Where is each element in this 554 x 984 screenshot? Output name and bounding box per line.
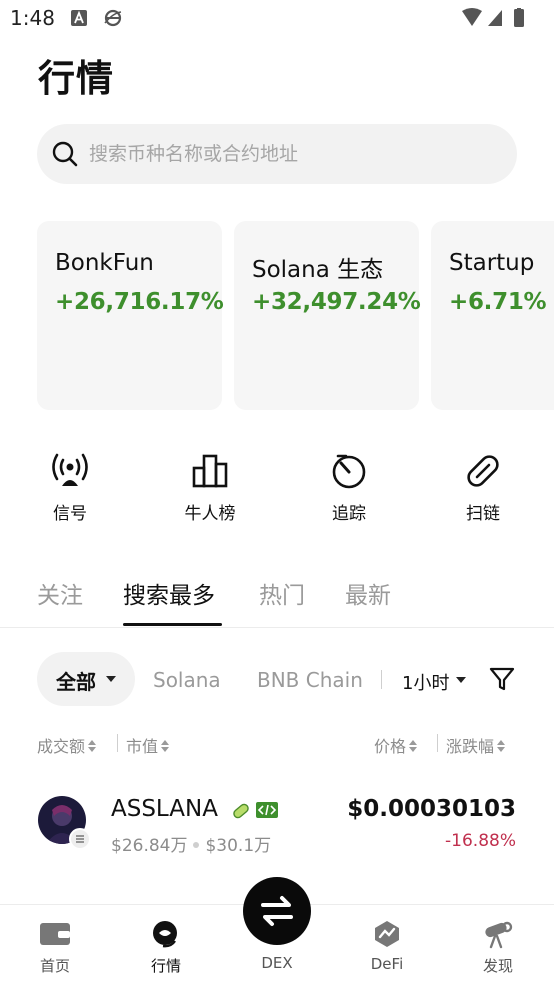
token-volume: $26.84万 bbox=[111, 836, 188, 856]
category-name: Solana 生态 bbox=[252, 257, 384, 283]
timeframe-label: 1小时 bbox=[402, 673, 450, 694]
solana-chain-badge bbox=[69, 828, 91, 850]
sort-icon bbox=[409, 740, 418, 752]
wallet-icon bbox=[40, 923, 70, 945]
dex-swap-button[interactable] bbox=[243, 877, 311, 945]
filter-divider bbox=[381, 670, 382, 689]
market-icon bbox=[153, 921, 177, 948]
category-name: Startup bbox=[449, 250, 535, 276]
dex-code-icon bbox=[256, 802, 278, 818]
tool-leaderboard[interactable]: 牛人榜 bbox=[165, 452, 255, 524]
tool-label: 追踪 bbox=[332, 504, 366, 524]
column-market-cap[interactable]: 市值 bbox=[126, 733, 170, 757]
nav-label: 行情 bbox=[150, 957, 181, 975]
column-divider bbox=[437, 734, 438, 752]
caret-down-icon bbox=[106, 676, 116, 682]
chain-filter-bnb[interactable]: BNB Chain bbox=[257, 668, 363, 692]
sort-icon bbox=[161, 740, 170, 752]
swap-icon bbox=[261, 896, 293, 926]
sort-icon bbox=[88, 740, 97, 752]
browser-notification-icon bbox=[104, 9, 122, 27]
chain-filter-solana[interactable]: Solana bbox=[153, 668, 221, 692]
nav-label[interactable]: DEX bbox=[243, 954, 311, 972]
nav-home[interactable]: 首页 bbox=[15, 919, 95, 976]
column-price[interactable]: 价格 bbox=[374, 733, 418, 757]
token-market-cap: $30.1万 bbox=[205, 836, 272, 856]
filter-all-label: 全部 bbox=[56, 670, 96, 694]
column-divider bbox=[117, 734, 118, 752]
column-change[interactable]: 涨跌幅 bbox=[446, 733, 506, 757]
sort-icon bbox=[497, 740, 506, 752]
pill-icon bbox=[233, 803, 249, 819]
filter-all-button[interactable]: 全部 bbox=[37, 652, 135, 706]
search-bar[interactable] bbox=[37, 124, 517, 184]
caret-down-icon bbox=[456, 677, 466, 683]
category-change: +32,497.24% bbox=[252, 289, 421, 315]
tool-label: 牛人榜 bbox=[184, 504, 236, 524]
tool-label: 信号 bbox=[53, 504, 87, 524]
tool-scan-chain[interactable]: 扫链 bbox=[438, 452, 528, 524]
token-stats: $26.84万 $30.1万 bbox=[111, 831, 271, 856]
nav-label: DeFi bbox=[370, 955, 404, 973]
signal-battery-icons bbox=[462, 8, 524, 27]
scan-chain-icon bbox=[467, 455, 499, 487]
tool-label: 扫链 bbox=[466, 504, 500, 524]
page-title: 行情 bbox=[38, 57, 114, 100]
category-change: +26,716.17% bbox=[55, 289, 224, 315]
status-bar: 1:48 bbox=[0, 0, 554, 36]
category-cards: BonkFun +26,716.17% Solana 生态 +32,497.24… bbox=[37, 221, 554, 411]
column-volume[interactable]: 成交额 bbox=[37, 733, 97, 757]
nav-defi[interactable]: DeFi bbox=[347, 919, 427, 973]
column-volume-label: 成交额 bbox=[37, 737, 86, 756]
tab-most-searched[interactable]: 搜索最多 bbox=[123, 576, 215, 610]
token-row[interactable]: ASSLANA $26.84万 $30.1万 $0.00030103 -16.88… bbox=[0, 784, 554, 856]
nav-discover[interactable]: 发现 bbox=[458, 919, 538, 976]
discover-icon bbox=[485, 921, 513, 949]
tab-newest[interactable]: 最新 bbox=[345, 576, 391, 610]
category-card-solana[interactable]: Solana 生态 +32,497.24% bbox=[234, 221, 421, 410]
filter-icon[interactable] bbox=[489, 666, 515, 692]
nav-label: 发现 bbox=[482, 957, 513, 975]
tab-hot[interactable]: 热门 bbox=[259, 576, 305, 610]
app-notification-icon bbox=[71, 10, 87, 26]
column-change-label: 涨跌幅 bbox=[446, 737, 495, 756]
nav-label: 首页 bbox=[39, 957, 70, 975]
market-tabs: 关注 搜索最多 热门 最新 bbox=[0, 572, 554, 628]
token-price: $0.00030103 bbox=[347, 796, 516, 822]
active-tab-indicator bbox=[123, 623, 222, 626]
tracking-icon bbox=[332, 454, 366, 489]
leaderboard-icon bbox=[192, 454, 228, 488]
separator-dot bbox=[193, 842, 200, 848]
category-card-bonkfun[interactable]: BonkFun +26,716.17% bbox=[37, 221, 224, 410]
signal-icon bbox=[52, 453, 88, 486]
defi-icon bbox=[375, 921, 399, 947]
search-icon bbox=[52, 141, 78, 167]
tool-signal[interactable]: 信号 bbox=[25, 452, 115, 524]
tool-tracking[interactable]: 追踪 bbox=[304, 452, 394, 524]
column-price-label: 价格 bbox=[374, 737, 407, 756]
token-symbol: ASSLANA bbox=[111, 796, 218, 822]
status-time: 1:48 bbox=[10, 6, 55, 30]
nav-market[interactable]: 行情 bbox=[126, 919, 206, 976]
category-change: +6.71% bbox=[449, 289, 547, 315]
token-change: -16.88% bbox=[445, 831, 516, 851]
category-name: BonkFun bbox=[55, 250, 154, 276]
column-market-cap-label: 市值 bbox=[126, 737, 159, 756]
search-input[interactable] bbox=[89, 136, 489, 172]
category-card-startup[interactable]: Startup +6.71% bbox=[431, 221, 554, 410]
tab-following[interactable]: 关注 bbox=[37, 576, 83, 610]
